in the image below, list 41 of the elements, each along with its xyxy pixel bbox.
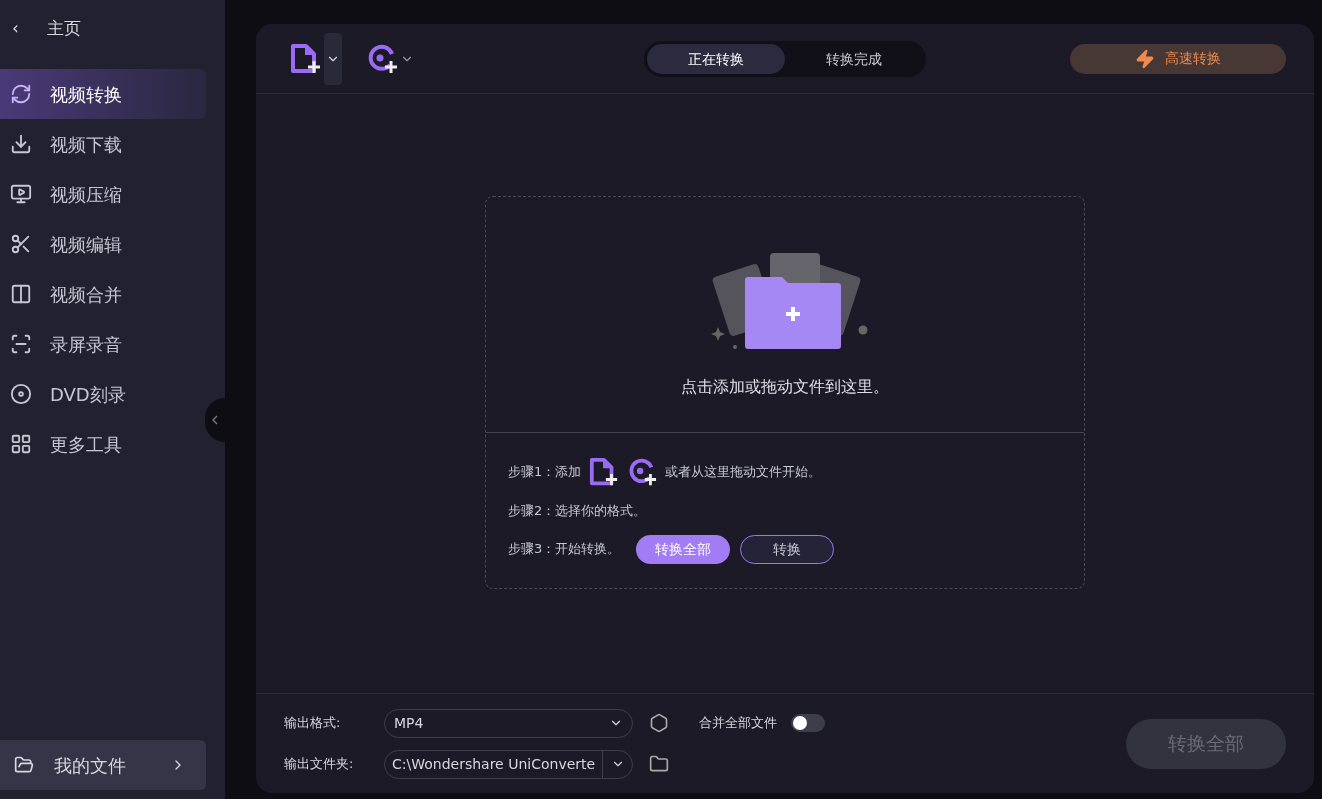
columns-icon [10,283,32,305]
chevron-left-icon [212,415,218,425]
drop-zone[interactable]: 点击添加或拖动文件到这里。 步骤1：添加 或者从这里拖动文件开始。 步骤2：选择你的格式。 步骤3：开始转换。 转换全部 转换 [485,196,1085,589]
play-screen-icon [10,183,32,205]
download-icon [10,133,32,155]
refresh-icon [10,83,32,105]
tab[interactable]: 正在转换 [647,44,785,74]
scissors-icon [10,233,32,255]
sidebar-item[interactable]: 视频合并 [0,269,206,319]
add-file-icon[interactable] [290,42,322,75]
drop-prompt: 点击添加或拖动文件到这里。 [681,376,889,398]
folder-icon[interactable] [649,754,669,774]
step-text: 或者从这里拖动文件开始。 [665,463,822,482]
merge-label: 合并全部文件 [699,714,777,733]
convert-button[interactable]: 转换 [740,534,835,564]
step-text: 步骤2：选择你的格式。 [508,502,648,520]
sidebar-item[interactable]: 视频转换 [0,69,206,119]
sidebar-item[interactable]: 视频下载 [0,119,206,169]
grid-icon [10,433,32,455]
step-text: 步骤3：开始转换。 [508,540,621,559]
output-format-label: 输出格式: [284,714,342,733]
collapse-handle[interactable] [205,398,225,442]
sidebar-item[interactable]: 更多工具 [0,419,206,469]
sidebar-item[interactable]: 视频编辑 [0,219,206,269]
add-disc-icon[interactable] [366,42,398,75]
back-button[interactable]: ‹ 主页 [0,0,225,58]
add-file-icon[interactable] [589,457,620,487]
sidebar-item[interactable]: 录屏录音 [0,319,206,369]
sidebar-item[interactable]: DVD刻录 [0,369,206,419]
tab[interactable]: 转换完成 [785,44,923,74]
my-files-button[interactable]: 我的文件 [0,740,206,790]
lightning-icon [1135,48,1155,69]
folder-icon [14,755,34,775]
merge-toggle[interactable] [791,714,825,732]
disc-icon [10,383,32,405]
sidebar-item[interactable]: 视频压缩 [0,169,206,219]
step-text: 步骤1：添加 [508,463,582,482]
add-disc-icon[interactable] [627,457,658,487]
scan-icon [10,333,32,355]
output-folder-label: 输出文件夹: [284,755,355,774]
speed-convert-button[interactable]: 高速转换 [1070,43,1286,74]
